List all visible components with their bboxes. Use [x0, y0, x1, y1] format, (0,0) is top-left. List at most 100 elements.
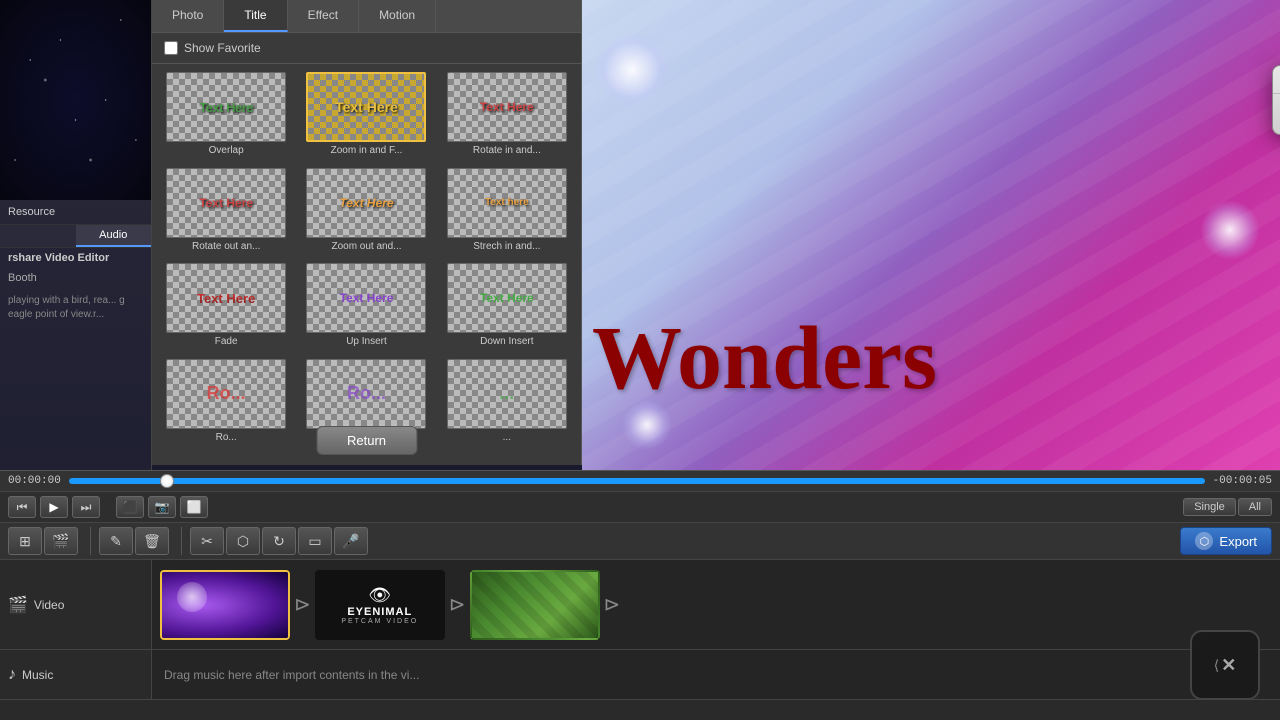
video-label-text: Video — [34, 598, 64, 612]
skip-back-button[interactable]: ⏮ — [8, 496, 36, 518]
effect-thumb-partial1: Ro... — [166, 359, 286, 429]
effect-thumb-zoom: Text Here — [306, 72, 426, 142]
sidebar-tab-audio[interactable]: Audio — [76, 225, 152, 247]
rotate-button[interactable]: ↻ — [262, 527, 296, 555]
effect-thumb-fade: Text Here — [166, 263, 286, 333]
effect-label-rotate-in: Rotate in and... — [473, 145, 541, 156]
video-clip-2[interactable]: 👁 EYENIMAL PETCAM VIDEO — [315, 570, 445, 640]
effect-rotate-out[interactable]: Text Here Rotate out an... — [158, 166, 294, 258]
effect-thumb-rotate-in: Text Here — [447, 72, 567, 142]
export-button[interactable]: ⬡ Export — [1180, 527, 1272, 555]
progress-handle[interactable] — [160, 474, 174, 488]
effect-label-partial1: Ro... — [216, 432, 237, 443]
font-dialog-body: Font: American... Size: 90 72 60 48 Colo… — [1273, 94, 1280, 134]
preview-area: Wonders ✕ Font Font: American... Size: 9… — [582, 0, 1280, 470]
caption-button[interactable]: ▭ — [298, 527, 332, 555]
audio-button[interactable]: 🎤 — [334, 527, 368, 555]
effect-label-overlap: Overlap — [209, 145, 244, 156]
music-track: ♪ Music Drag music here after import con… — [0, 650, 1280, 700]
effect-down-insert[interactable]: Text Here Down Insert — [439, 261, 575, 353]
effect-zoom-in[interactable]: Text Here Zoom in and F... — [298, 70, 434, 162]
sidebar-extra-label: Booth — [0, 268, 151, 288]
stop-button[interactable]: ⬛ — [116, 496, 144, 518]
effect-thumb-overlap: Text Here — [166, 72, 286, 142]
video-clip-3[interactable] — [470, 570, 600, 640]
effect-thumb-rotate-out: Text Here — [166, 168, 286, 238]
cut-button[interactable]: ✂ — [190, 527, 224, 555]
sidebar-app-name: rshare Video Editor — [0, 248, 151, 268]
effect-partial3[interactable]: ... ... — [439, 357, 575, 449]
edit-button[interactable]: ✎ — [99, 527, 133, 555]
font-dialog: ✕ Font Font: American... Size: 90 72 60 … — [1272, 65, 1280, 135]
music-track-content[interactable]: Drag music here after import contents in… — [152, 650, 1280, 699]
sidebar-resources-label: Resource — [0, 200, 151, 225]
transition-3[interactable]: ⊳ — [604, 592, 621, 617]
progress-track[interactable] — [69, 478, 1205, 484]
effect-thumb-zoom-out: Text Here — [306, 168, 426, 238]
delete-badge[interactable]: ⟨ ✕ — [1190, 630, 1260, 700]
transition-1[interactable]: ⊳ — [294, 592, 311, 617]
delete-badge-inner: ⟨ ✕ — [1214, 655, 1237, 676]
effect-rotate-in[interactable]: Text Here Rotate in and... — [439, 70, 575, 162]
sidebar-text-content: playing with a bird, rea... g eagle poin… — [0, 288, 151, 328]
effect-zoom-out[interactable]: Text Here Zoom out and... — [298, 166, 434, 258]
all-button[interactable]: All — [1238, 498, 1272, 516]
music-track-icon: ♪ — [8, 666, 16, 684]
effect-thumb-strech: Text here — [447, 168, 567, 238]
music-label-text: Music — [22, 668, 53, 682]
snapshot-button[interactable]: 📷 — [148, 496, 176, 518]
export-icon: ⬡ — [1195, 532, 1213, 550]
effect-label-up: Up Insert — [346, 336, 387, 347]
effect-thumb-partial2: Ro... — [306, 359, 426, 429]
music-placeholder-text: Drag music here after import contents in… — [164, 668, 419, 682]
transition-2[interactable]: ⊳ — [449, 592, 466, 617]
effect-partial1[interactable]: Ro... Ro... — [158, 357, 294, 449]
delete-button[interactable]: 🗑 — [135, 527, 169, 555]
edit-actions-group: ✎ 🗑 — [99, 527, 169, 555]
del-arrow-icon: ⟨ — [1214, 657, 1219, 674]
tab-motion[interactable]: Motion — [359, 0, 436, 32]
sidebar-top-preview — [0, 0, 151, 200]
effect-fade[interactable]: Text Here Fade — [158, 261, 294, 353]
playback-controls: ⏮ ▶ ⏭ ⬛ 📷 ⬜ Single All — [0, 492, 1280, 523]
preview-wonders-text: Wonders — [592, 307, 937, 410]
play-button[interactable]: ▶ — [40, 496, 68, 518]
effect-label-zoom-out: Zoom out and... — [331, 241, 401, 252]
tab-photo[interactable]: Photo — [152, 0, 224, 32]
single-button[interactable]: Single — [1183, 498, 1236, 516]
music-track-label: ♪ Music — [0, 650, 152, 699]
effect-strech[interactable]: Text here Strech in and... — [439, 166, 575, 258]
playback-bar: 00:00:00 -00:00:05 — [0, 471, 1280, 492]
effects-grid: Text Here Overlap Text Here Zoom in and … — [152, 64, 581, 454]
list-view-button[interactable]: 🎬 — [44, 527, 78, 555]
show-favorite-checkbox[interactable] — [164, 41, 178, 55]
effect-up-insert[interactable]: Text Here Up Insert — [298, 261, 434, 353]
skip-forward-button[interactable]: ⏭ — [72, 496, 100, 518]
effect-label-rotate-out: Rotate out an... — [192, 241, 260, 252]
font-dialog-titlebar: ✕ Font — [1273, 66, 1280, 94]
return-button[interactable]: Return — [316, 426, 417, 455]
single-all-group: Single All — [1183, 498, 1272, 516]
trim-button[interactable]: ⬡ — [226, 527, 260, 555]
effect-thumb-down: Text Here — [447, 263, 567, 333]
sidebar-tab-0[interactable] — [0, 225, 76, 247]
tab-title[interactable]: Title — [224, 0, 287, 32]
effect-label-zoom: Zoom in and F... — [331, 145, 403, 156]
del-x-icon: ✕ — [1221, 655, 1236, 676]
show-favorite-row: Show Favorite — [152, 33, 581, 64]
video-track-icon: 🎬 — [8, 595, 28, 615]
tab-effect[interactable]: Effect — [288, 0, 359, 32]
timeline-area: 00:00:00 -00:00:05 ⏮ ▶ ⏭ ⬛ 📷 ⬜ Single Al… — [0, 470, 1280, 720]
toolbar: ⊞ 🎬 ✎ 🗑 ✂ ⬡ ↻ ▭ 🎤 ⬡ Export — [0, 523, 1280, 560]
show-favorite-label[interactable]: Show Favorite — [184, 41, 261, 55]
grid-view-button[interactable]: ⊞ — [8, 527, 42, 555]
title-panel: Photo Title Effect Motion Show Favorite … — [152, 0, 582, 465]
effect-overlap[interactable]: Text Here Overlap — [158, 70, 294, 162]
video-clip-1[interactable] — [160, 570, 290, 640]
effect-thumb-up: Text Here — [306, 263, 426, 333]
effect-label-fade: Fade — [215, 336, 238, 347]
record-button[interactable]: ⬜ — [180, 496, 208, 518]
preview-orb-2 — [1200, 200, 1260, 260]
video-track: 🎬 Video ⊳ 👁 EYENIMAL PETCAM VIDEO ⊳ — [0, 560, 1280, 650]
more-tools-group: ✂ ⬡ ↻ ▭ 🎤 — [190, 527, 368, 555]
